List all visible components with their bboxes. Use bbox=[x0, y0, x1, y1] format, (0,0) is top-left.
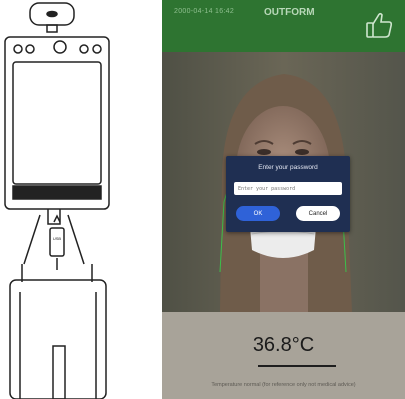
usb-label: USB bbox=[52, 236, 62, 241]
datetime: 2000-04-14 16:42 bbox=[174, 8, 235, 15]
cancel-button[interactable]: Cancel bbox=[296, 206, 340, 221]
password-dialog: Enter your password OK Cancel bbox=[226, 156, 350, 232]
temperature-note: Temperature normal (for reference only n… bbox=[211, 382, 356, 388]
kiosk-screen: 2000-04-14 16:42 OUTFORM Enter your pass… bbox=[162, 0, 405, 399]
password-input[interactable] bbox=[234, 182, 342, 195]
temperature-panel: 36.8°C Temperature normal (for reference… bbox=[162, 312, 405, 399]
thumbs-up-icon bbox=[366, 12, 393, 38]
brand-logo: OUTFORM bbox=[264, 7, 315, 18]
dialog-title: Enter your password bbox=[258, 164, 318, 171]
temperature-underline bbox=[258, 365, 336, 367]
top-bar: 2000-04-14 16:42 OUTFORM bbox=[162, 0, 405, 52]
device-illustration: USB bbox=[0, 0, 150, 399]
temperature-reading: 36.8°C bbox=[252, 334, 315, 356]
ok-button[interactable]: OK bbox=[236, 206, 280, 221]
